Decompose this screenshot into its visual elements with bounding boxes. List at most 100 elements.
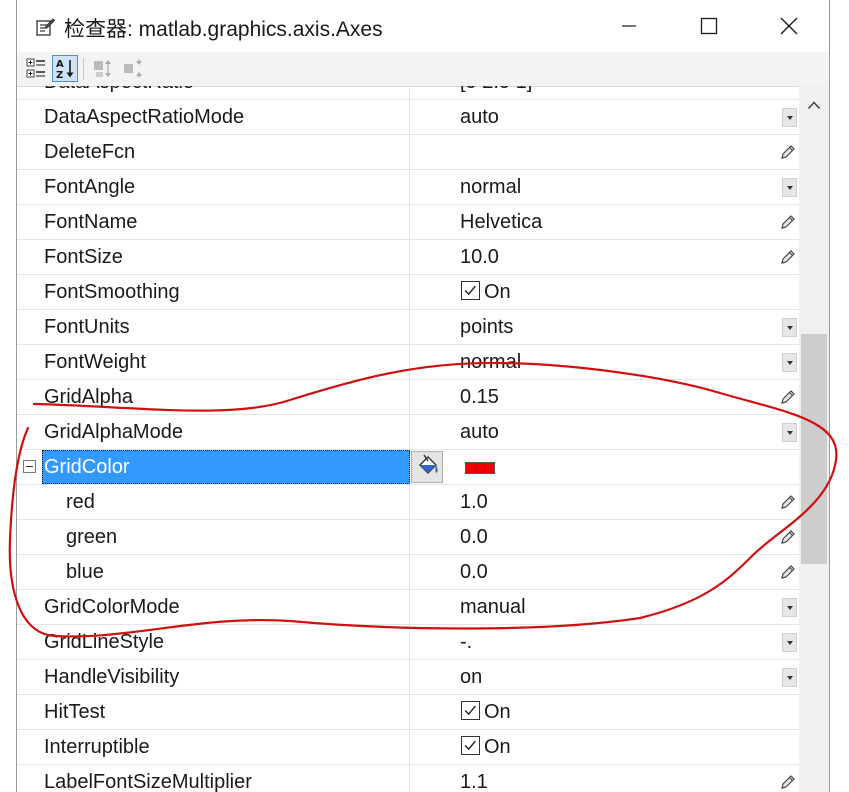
property-row[interactable]: HandleVisibility on [17,660,799,695]
inspector-toolbar: A Z [17,52,829,87]
close-button[interactable] [749,0,829,52]
checkbox[interactable] [461,701,480,720]
property-row[interactable]: GridColorMode manual [17,590,799,625]
property-row[interactable]: GridAlpha 0.15 [17,380,799,415]
categorized-view-button[interactable] [23,55,49,82]
edit-pencil-icon[interactable] [779,143,797,161]
property-value-cell[interactable]: manual [410,590,799,624]
dropdown-arrow-icon[interactable] [782,668,797,687]
edit-pencil-icon[interactable] [779,213,797,231]
checkbox-label: On [484,701,511,723]
property-row[interactable]: GridAlphaMode auto [17,415,799,450]
expand-all-button[interactable] [91,55,117,82]
property-name-cell: DataAspectRatio [17,86,410,99]
vertical-scrollbar[interactable] [799,86,829,792]
checkbox-label: On [484,281,511,303]
collapse-toggle-icon[interactable] [23,460,36,473]
property-name: Interruptible [44,736,150,758]
property-name: FontWeight [44,351,146,373]
property-value-cell[interactable]: on [410,660,799,694]
property-row[interactable]: FontSmoothing On [17,275,799,310]
property-row[interactable]: FontAngle normal [17,170,799,205]
property-value-cell[interactable] [410,135,799,169]
property-value-cell[interactable]: 1.0 [410,485,799,519]
property-value-cell[interactable]: On [410,730,799,764]
maximize-button[interactable] [669,0,749,52]
property-value: 0.15 [460,386,499,408]
property-name: FontSmoothing [44,281,180,303]
property-row[interactable]: HitTest On [17,695,799,730]
property-name-cell: DeleteFcn [17,135,410,169]
property-value-cell[interactable]: Helvetica [410,205,799,239]
property-name: blue [66,561,104,583]
property-value-cell[interactable]: [5 2.5 1] [410,86,799,99]
property-row[interactable]: Interruptible On [17,730,799,765]
title-bar[interactable]: 检查器: matlab.graphics.axis.Axes [17,0,829,52]
dropdown-arrow-icon[interactable] [782,178,797,197]
scrollbar-thumb[interactable] [801,334,827,564]
categorized-icon [26,58,45,78]
edit-pencil-icon[interactable] [779,493,797,511]
property-row[interactable]: FontSize 10.0 [17,240,799,275]
property-name-cell: GridColor [17,450,443,484]
edit-pencil-icon[interactable] [779,563,797,581]
property-row[interactable]: GridLineStyle -. [17,625,799,660]
edit-pencil-icon[interactable] [779,773,797,791]
property-row[interactable]: FontUnits points [17,310,799,345]
property-name-cell: Interruptible [17,730,410,764]
property-value-cell[interactable]: 10.0 [410,240,799,274]
property-row-partial-bottom[interactable]: LabelFontSizeMultiplier 1.1 [17,765,799,792]
close-icon [780,17,798,35]
edit-pencil-icon[interactable] [779,248,797,266]
minimize-button[interactable] [589,0,669,52]
chevron-up-icon [807,101,821,110]
property-value-cell[interactable]: auto [410,415,799,449]
property-row[interactable]: FontWeight normal [17,345,799,380]
property-row[interactable]: DeleteFcn [17,135,799,170]
property-row[interactable]: blue 0.0 [17,555,799,590]
property-value: points [460,316,514,338]
property-row-partial-top[interactable]: DataAspectRatio [5 2.5 1] [17,86,799,100]
dropdown-arrow-icon[interactable] [782,633,797,652]
dropdown-arrow-icon[interactable] [782,108,797,127]
checkbox[interactable] [461,281,480,300]
property-value-cell[interactable]: -. [410,625,799,659]
property-value-cell[interactable] [410,450,799,484]
property-value-cell[interactable]: auto [410,100,799,134]
property-value-cell[interactable]: points [410,310,799,344]
collapse-all-button[interactable] [121,55,147,82]
property-grid[interactable]: DataAspectRatio [5 2.5 1] DataAspectRati… [17,86,799,792]
property-row[interactable]: red 1.0 [17,485,799,520]
dropdown-arrow-icon[interactable] [782,353,797,372]
property-value-cell[interactable]: On [410,275,799,309]
property-row[interactable]: DataAspectRatioMode auto [17,100,799,135]
property-value: 0.0 [460,561,488,583]
property-value-cell[interactable]: 1.1 [410,765,799,792]
property-name-cell: GridAlpha [17,380,410,414]
property-row[interactable]: FontName Helvetica [17,205,799,240]
toolbar-separator [83,58,84,80]
property-name: LabelFontSizeMultiplier [44,771,252,792]
checkbox[interactable] [461,736,480,755]
property-value-cell[interactable]: On [410,695,799,729]
scroll-up-button[interactable] [799,94,829,116]
edit-pencil-icon[interactable] [779,528,797,546]
dropdown-arrow-icon[interactable] [782,423,797,442]
property-row[interactable]: GridColor [17,450,799,485]
property-value-cell[interactable]: 0.0 [410,555,799,589]
sort-alpha-icon: A Z [56,59,74,81]
expand-all-icon [94,60,111,77]
sort-alphabetical-button[interactable]: A Z [52,55,78,82]
property-value: 0.0 [460,526,488,548]
dropdown-arrow-icon[interactable] [782,598,797,617]
property-value: 1.0 [460,491,488,513]
property-value-cell[interactable]: normal [410,170,799,204]
property-value-cell[interactable]: 0.15 [410,380,799,414]
property-row[interactable]: green 0.0 [17,520,799,555]
property-name-cell: FontWeight [17,345,410,379]
edit-pencil-icon[interactable] [779,388,797,406]
property-value-cell[interactable]: normal [410,345,799,379]
property-name: GridColorMode [44,596,180,618]
property-value-cell[interactable]: 0.0 [410,520,799,554]
dropdown-arrow-icon[interactable] [782,318,797,337]
